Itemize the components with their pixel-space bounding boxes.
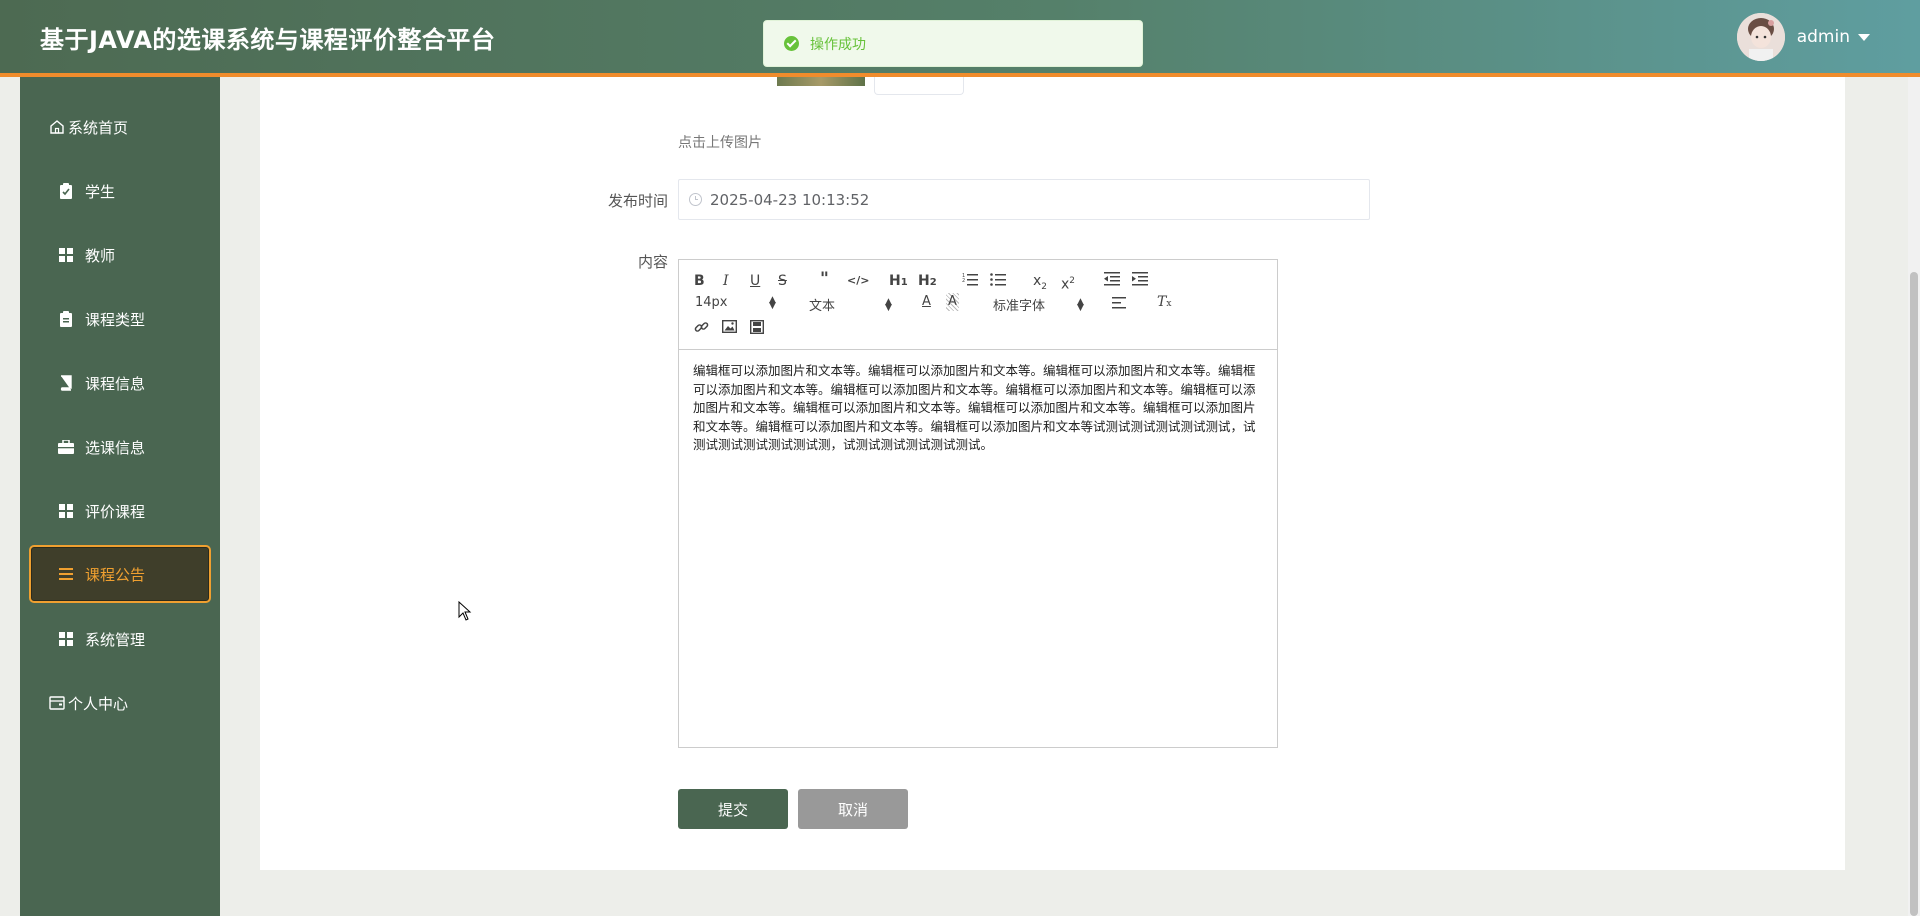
font-family-select[interactable]: 标准字体 ▲ ▼ <box>993 295 1089 314</box>
align-icon[interactable] <box>1112 296 1126 314</box>
clipboard-icon <box>57 182 75 200</box>
sidebar-item-students[interactable]: 学生 <box>57 162 239 220</box>
chevron-down-icon[interactable] <box>1858 33 1870 41</box>
uploaded-image-thumbnail[interactable] <box>777 77 865 86</box>
video-icon[interactable] <box>749 319 765 339</box>
avatar[interactable] <box>1736 13 1785 61</box>
scrollbar-thumb[interactable] <box>1910 272 1918 916</box>
grid-icon <box>57 630 75 648</box>
link-icon[interactable] <box>694 320 709 340</box>
italic-icon[interactable]: I <box>723 272 729 290</box>
block-format-value: 文本 <box>809 299 836 314</box>
indent-icon[interactable] <box>1132 272 1148 291</box>
sidebar-item-personal-center[interactable]: 个人中心 <box>48 674 230 732</box>
submit-button[interactable]: 提交 <box>678 789 788 829</box>
success-check-icon <box>784 36 799 51</box>
success-toast: 操作成功 <box>763 20 1143 67</box>
grid-icon <box>57 502 75 520</box>
sidebar-item-course-types[interactable]: 课程类型 <box>57 290 239 348</box>
font-color-icon[interactable]: A <box>922 293 931 311</box>
blockquote-icon[interactable]: " <box>820 270 829 288</box>
sidebar-item-label: 系统管理 <box>85 630 146 649</box>
svg-text:2: 2 <box>962 278 965 284</box>
sidebar-item-enrollment[interactable]: 选课信息 <box>57 418 239 476</box>
bold-icon[interactable]: B <box>694 272 705 290</box>
publish-time-value[interactable]: 2025-04-23 10:13:52 <box>710 191 869 209</box>
upload-hint: 点击上传图片 <box>678 135 762 151</box>
bullet-list-icon[interactable] <box>990 272 1006 291</box>
sidebar-item-home[interactable]: 系统首页 <box>48 98 230 156</box>
strikethrough-icon[interactable]: S <box>778 272 787 290</box>
image-icon[interactable] <box>721 319 738 338</box>
code-icon[interactable]: </> <box>847 272 869 290</box>
briefcase-icon <box>57 438 75 456</box>
username[interactable]: admin <box>1797 27 1850 47</box>
grid-icon <box>57 246 75 264</box>
sidebar-item-course-evaluation[interactable]: 评价课程 <box>57 482 239 540</box>
select-arrows-icon: ▲ ▼ <box>1077 296 1084 313</box>
user-menu[interactable]: admin <box>1736 13 1870 61</box>
sidebar-item-label: 教师 <box>85 246 116 265</box>
select-arrows-icon: ▲ ▼ <box>769 294 776 311</box>
underline-icon[interactable]: U <box>750 272 760 290</box>
font-family-value: 标准字体 <box>993 299 1046 314</box>
rich-text-editor[interactable]: B I U S " </> H1 H2 12 x2 x2 14px ▲ ▼ 文本 … <box>678 259 1278 748</box>
subscript-icon[interactable]: x2 <box>1033 272 1047 296</box>
sidebar-item-label: 选课信息 <box>85 438 146 457</box>
outdent-icon[interactable] <box>1104 272 1120 291</box>
publish-time-input[interactable]: 2025-04-23 10:13:52 <box>678 179 1370 220</box>
background-color-icon[interactable]: A <box>946 293 959 311</box>
editor-toolbar: B I U S " </> H1 H2 12 x2 x2 14px ▲ ▼ 文本 … <box>679 260 1277 350</box>
app-title: 基于JAVA的选课系统与课程评价整合平台 <box>40 26 496 54</box>
editor-content[interactable]: 编辑框可以添加图片和文本等。编辑框可以添加图片和文本等。编辑框可以添加图片和文本… <box>679 350 1277 467</box>
sidebar-item-label: 个人中心 <box>68 694 129 713</box>
home-icon <box>48 118 66 136</box>
list-icon <box>57 565 75 583</box>
clear-format-icon[interactable]: Tx <box>1157 293 1171 313</box>
toast-message: 操作成功 <box>810 36 866 53</box>
content-label: 内容 <box>637 253 668 271</box>
select-arrows-icon: ▲ ▼ <box>885 296 892 313</box>
book-icon <box>57 374 75 392</box>
clipboard-icon <box>57 310 75 328</box>
cancel-button[interactable]: 取消 <box>798 789 908 829</box>
font-size-value: 14px <box>695 295 728 310</box>
superscript-icon[interactable]: x2 <box>1061 272 1075 294</box>
sidebar-item-label: 系统首页 <box>68 118 129 137</box>
sidebar-item-label: 学生 <box>85 182 116 201</box>
sidebar-item-course-announcements[interactable]: 课程公告 <box>29 545 211 603</box>
font-size-select[interactable]: 14px ▲ ▼ <box>695 295 785 310</box>
publish-time-label: 发布时间 <box>607 192 668 210</box>
sidebar-item-course-info[interactable]: 课程信息 <box>57 354 239 412</box>
h2-icon[interactable]: H2 <box>918 272 937 292</box>
upload-box[interactable] <box>874 77 964 95</box>
ordered-list-icon[interactable]: 12 <box>962 272 978 291</box>
sidebar-item-label: 课程类型 <box>85 310 146 329</box>
sidebar-item-label: 课程公告 <box>85 565 146 584</box>
sidebar: 系统首页 学生 教师 课程类型 课程信息 选课信息 评价课程 课程公告 系统管理… <box>20 77 220 916</box>
wallet-icon <box>48 694 66 712</box>
sidebar-item-label: 课程信息 <box>85 374 146 393</box>
sidebar-item-teachers[interactable]: 教师 <box>57 226 239 284</box>
clock-icon <box>689 193 702 206</box>
block-format-select[interactable]: 文本 ▲ ▼ <box>809 295 899 314</box>
mouse-cursor-icon <box>458 600 472 625</box>
sidebar-item-system-management[interactable]: 系统管理 <box>57 610 239 668</box>
sidebar-item-label: 评价课程 <box>85 502 146 521</box>
h1-icon[interactable]: H1 <box>889 272 908 292</box>
